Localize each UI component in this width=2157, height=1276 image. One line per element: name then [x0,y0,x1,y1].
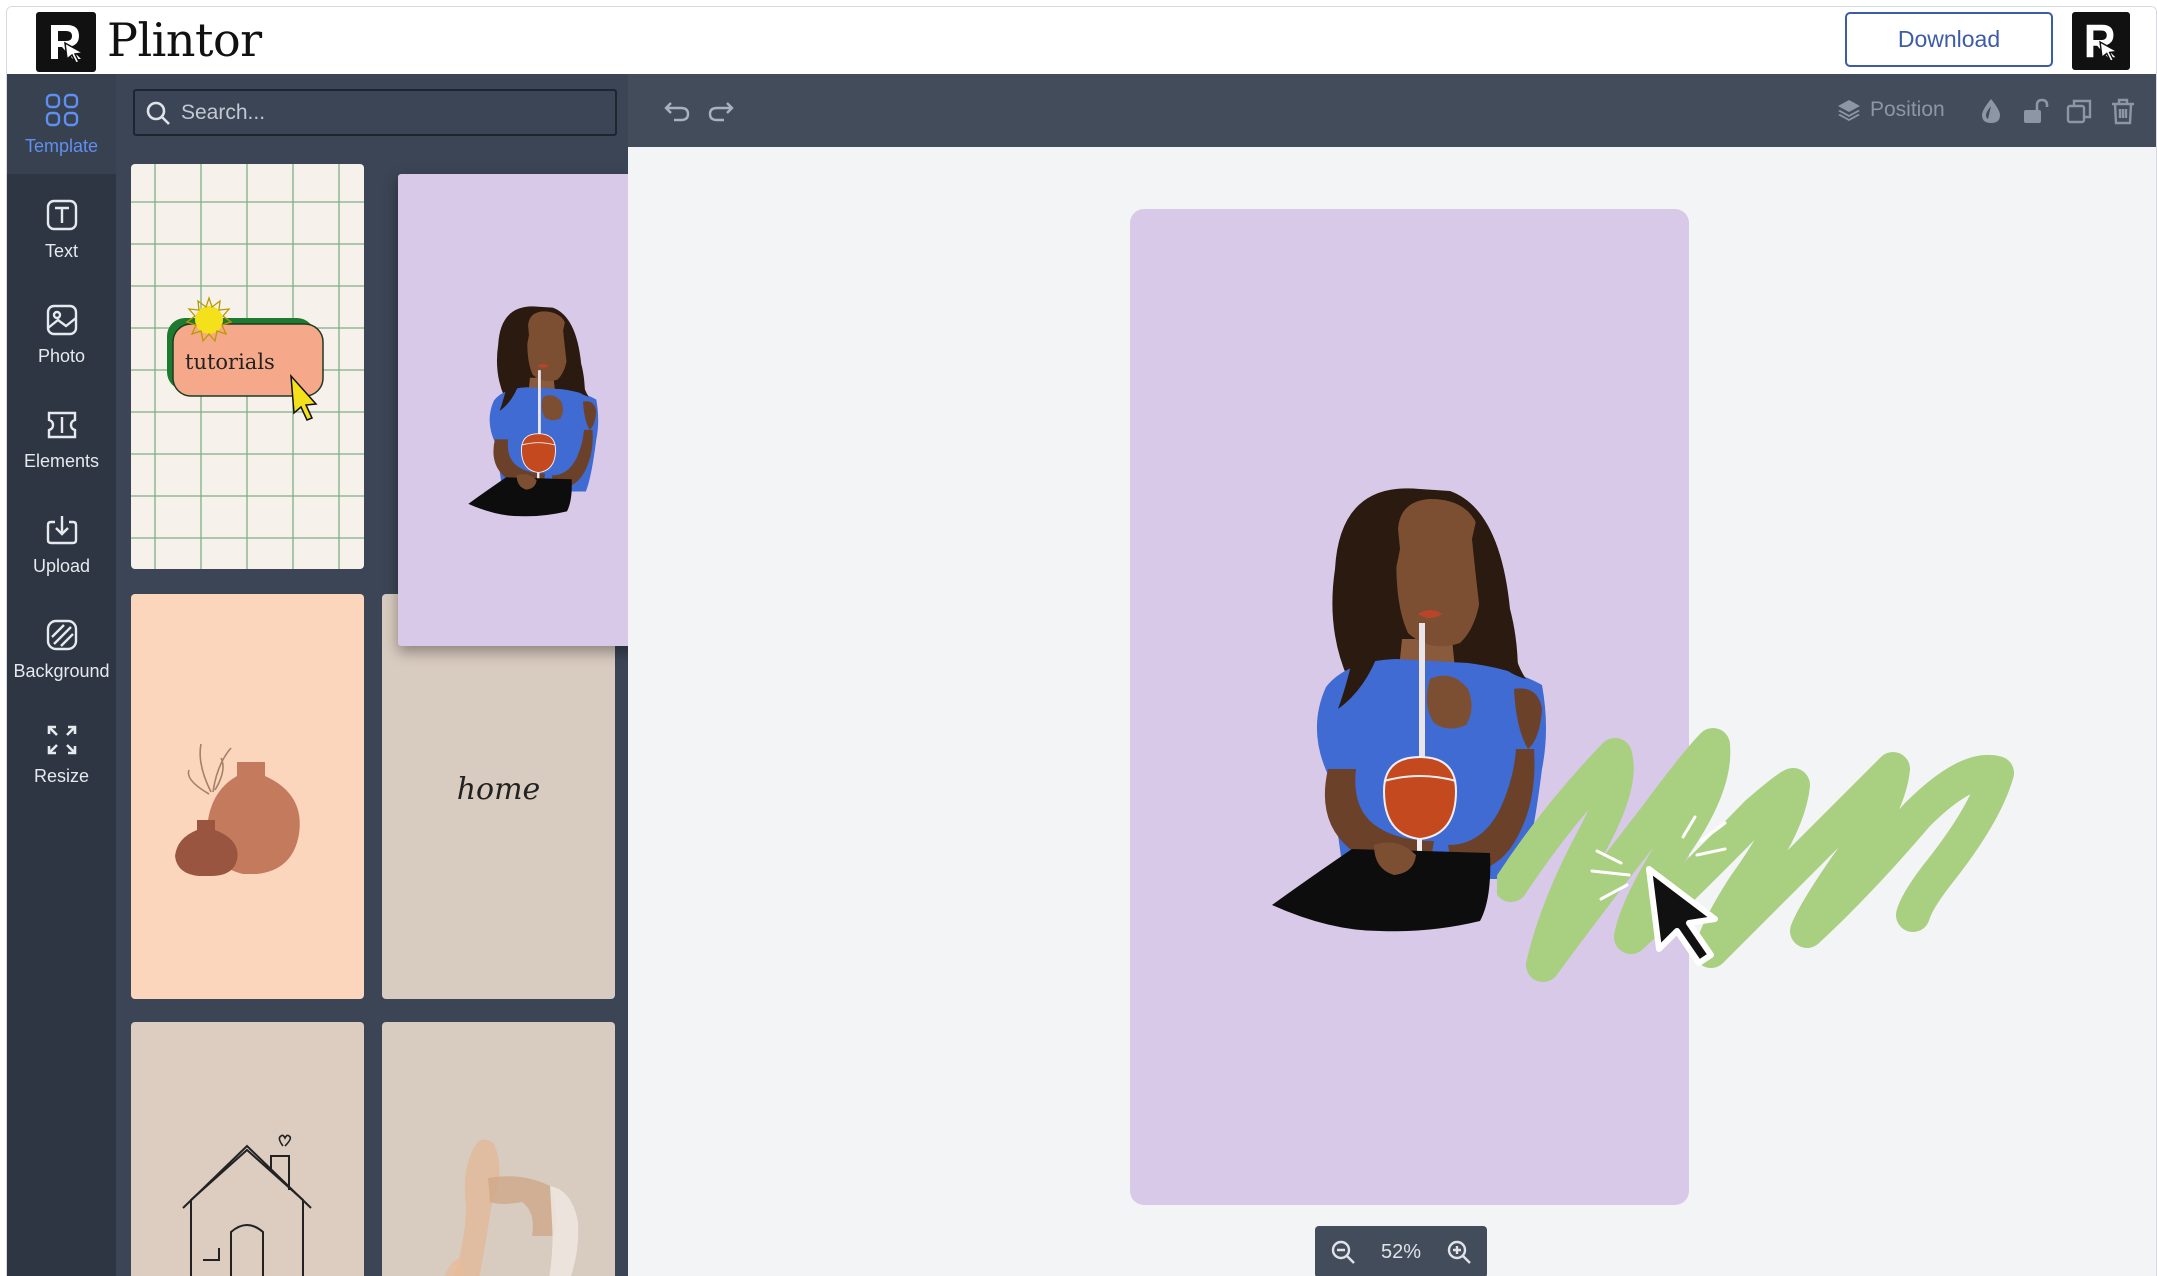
sidebar-item-text[interactable]: Text [7,179,116,279]
design-canvas[interactable] [1130,209,1689,1205]
unlock-icon[interactable] [2020,96,2050,126]
sidebar-item-label: Text [44,240,78,261]
background-icon [46,619,77,650]
zoom-level: 52% [1380,1240,1422,1263]
elements-icon [47,411,76,438]
template-thumb-house[interactable] [131,1022,364,1276]
sidebar-nav: Template Text Photo Elements Upload Back… [7,74,116,1276]
brand-name: Plintor [107,13,262,67]
sidebar-item-label: Photo [37,345,86,366]
position-button[interactable]: Position [1836,94,1945,126]
template-panel: tutorials home [116,74,628,1276]
search-icon [146,101,170,125]
sidebar-item-background[interactable]: Background [7,599,116,699]
sidebar-item-photo[interactable]: Photo [7,284,116,384]
zoom-out-icon[interactable] [1329,1238,1357,1266]
sidebar-item-upload[interactable]: Upload [7,494,116,594]
template-text-home: home [456,772,541,807]
position-label: Position [1870,98,1945,121]
scribble-element[interactable] [1497,725,2087,995]
template-thumb-woman-drink[interactable] [398,174,628,646]
app-window: Plintor Download Template Text Photo Ele… [6,6,2157,1276]
sidebar-item-elements[interactable]: Elements [7,389,116,489]
undo-icon[interactable] [662,96,692,126]
template-thumb-yoga[interactable] [382,1022,615,1276]
sidebar-item-label: Background [13,660,110,681]
account-logo-icon[interactable] [2072,12,2130,70]
sidebar-item-label: Upload [32,555,91,576]
opacity-icon[interactable] [1976,96,2006,126]
layers-icon [1838,100,1860,121]
sidebar-item-label: Resize [33,765,90,786]
duplicate-icon[interactable] [2064,96,2094,126]
photo-icon [46,304,77,335]
sidebar-item-label: Elements [23,450,100,471]
sidebar-item-template[interactable]: Template [7,74,116,174]
text-icon [46,199,77,230]
logo-icon[interactable] [36,12,96,72]
download-button[interactable]: Download [1845,12,2053,67]
search-box [133,89,617,136]
zoom-in-icon[interactable] [1445,1238,1473,1266]
template-thumb-vases[interactable] [131,594,364,999]
template-text-tutorials: tutorials [185,350,275,374]
zoom-control: 52% [1315,1226,1487,1276]
header: Plintor Download [7,7,2156,74]
upload-icon [46,515,77,544]
trash-icon[interactable] [2108,96,2138,126]
editor-toolbar: Position [628,74,2156,147]
search-input[interactable] [181,100,581,125]
sidebar-item-resize[interactable]: Resize [7,704,116,804]
sidebar-item-label: Template [24,135,99,156]
template-thumb-home[interactable]: home [382,594,615,999]
template-thumb-tutorials[interactable]: tutorials [131,164,364,569]
grid-icon [45,93,78,126]
resize-icon [47,725,76,754]
redo-icon[interactable] [706,96,736,126]
